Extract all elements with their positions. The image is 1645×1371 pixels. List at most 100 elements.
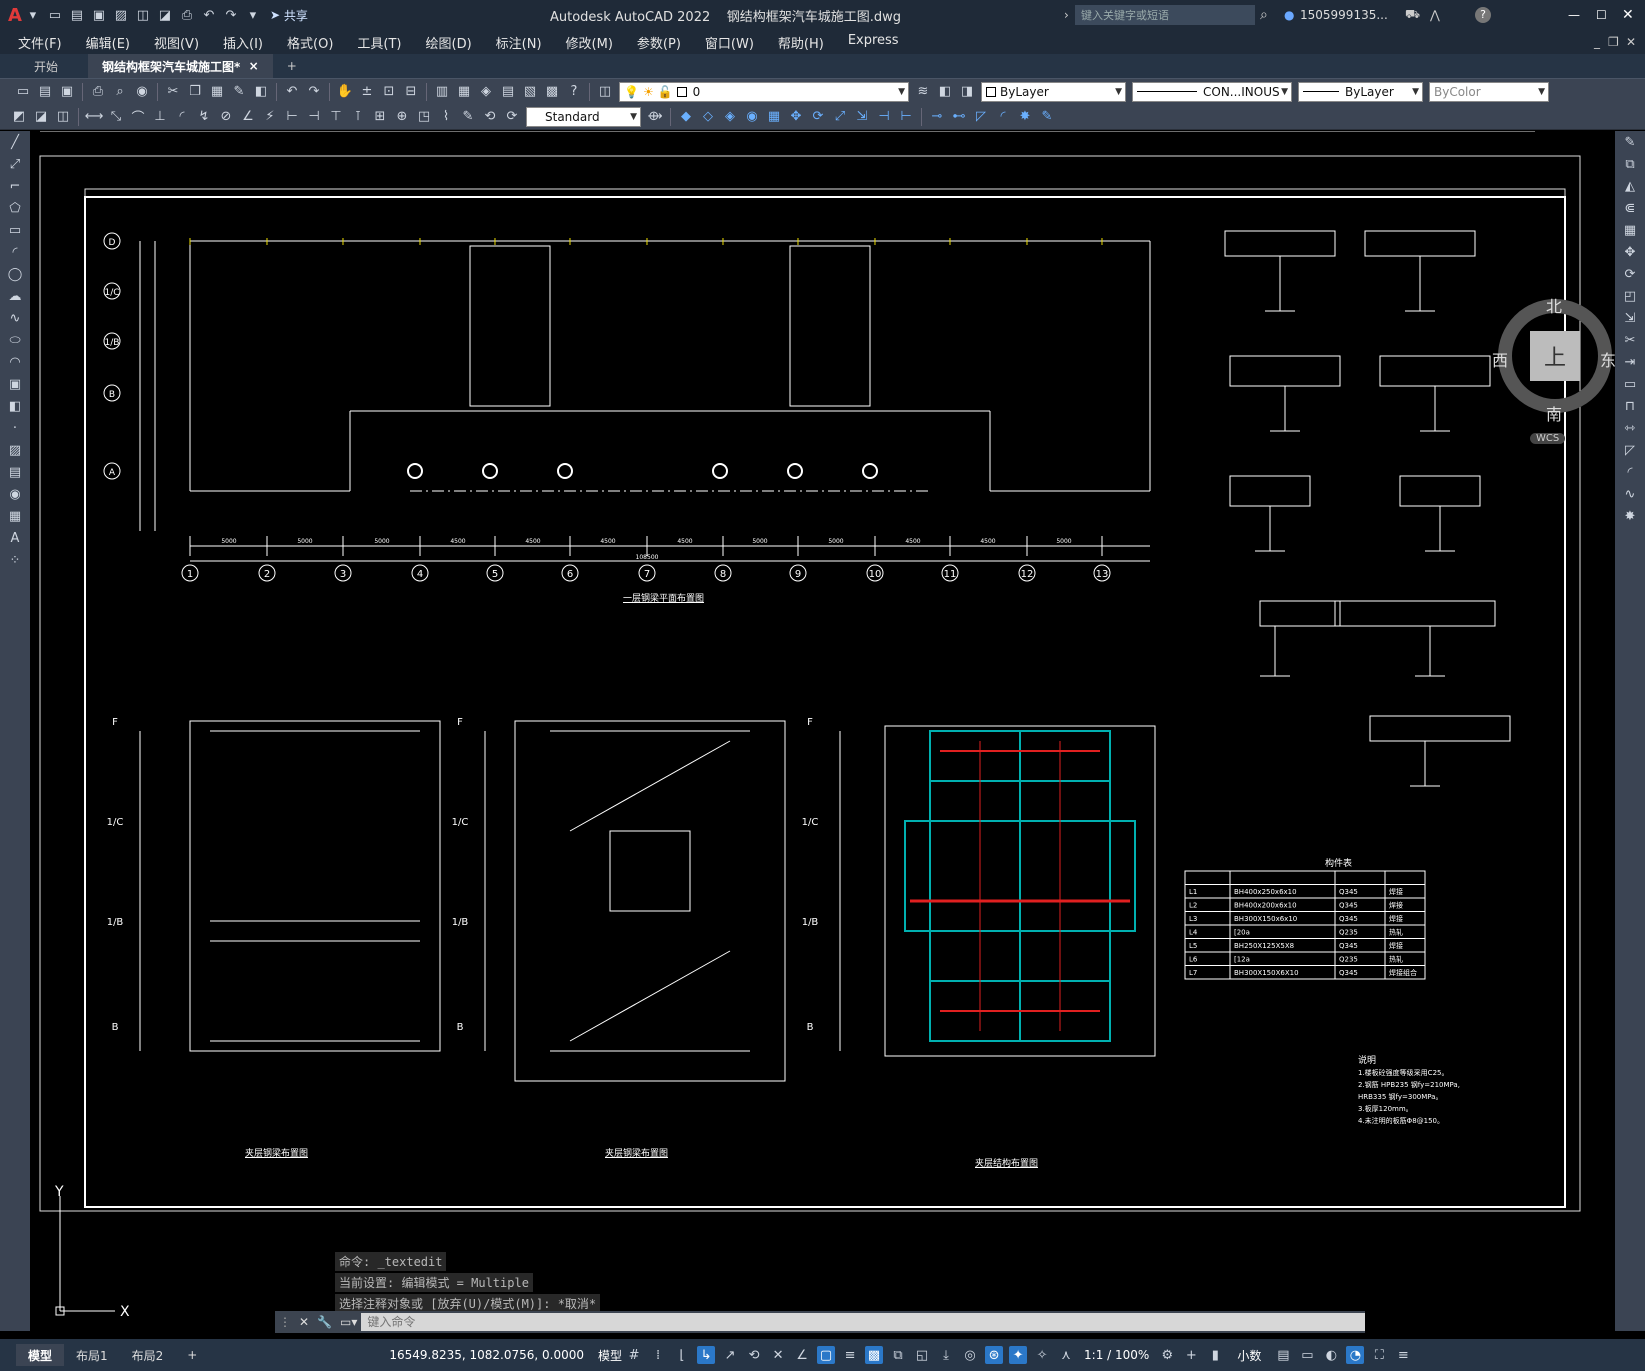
- modify-break-icon[interactable]: ⊸: [928, 108, 946, 126]
- lineweight-dropdown[interactable]: ByLayer ▼: [1298, 81, 1423, 102]
- save-as-icon[interactable]: ▨: [112, 6, 130, 24]
- menu-item[interactable]: 帮助(H): [766, 33, 836, 52]
- annotation-scale-icon[interactable]: ⋏: [1057, 1346, 1075, 1364]
- menu-item[interactable]: 格式(O): [275, 33, 345, 52]
- dim-arc-icon[interactable]: ⌒: [129, 108, 147, 126]
- workspace-gear-icon[interactable]: ⚙: [1158, 1346, 1176, 1364]
- modify-array-icon[interactable]: ▦: [765, 108, 783, 126]
- fillet-icon[interactable]: ◜: [1621, 463, 1639, 481]
- join-icon[interactable]: ⇿: [1621, 419, 1639, 437]
- dim-radius-icon[interactable]: ◜: [173, 108, 191, 126]
- properties-icon[interactable]: ▥: [433, 83, 451, 101]
- osnap-icon[interactable]: ✕: [769, 1346, 787, 1364]
- hatch-icon[interactable]: ▨: [6, 441, 24, 459]
- recent-commands-icon[interactable]: ▭▾: [340, 1315, 357, 1329]
- dimedit-icon[interactable]: ✎: [459, 108, 477, 126]
- text-front-icon[interactable]: ◪: [32, 108, 50, 126]
- dim-space-icon[interactable]: ⊤: [327, 108, 345, 126]
- tab-close-icon[interactable]: ×: [249, 59, 259, 73]
- search-expand-icon[interactable]: ›: [1064, 8, 1069, 22]
- jog-linear-icon[interactable]: ⌇: [437, 108, 455, 126]
- add-layout-button[interactable]: +: [175, 1344, 209, 1366]
- plotstyle-dropdown[interactable]: ByColor ▼: [1429, 81, 1549, 102]
- stretch-icon[interactable]: ⇲: [1621, 309, 1639, 327]
- doc-close-icon[interactable]: ✕: [1626, 35, 1636, 49]
- layer-previous-icon[interactable]: ◧: [936, 83, 954, 101]
- rotate-icon[interactable]: ⟳: [1621, 265, 1639, 283]
- isolate-objects-icon[interactable]: ◐: [1322, 1346, 1340, 1364]
- drawing-canvas[interactable]: 1 I 2 I 3 I 4 I 5 I 6 I 7 I 8 I 9 I 10 I 11 I 12 I 13 I 5000 5000 50…: [30, 131, 1616, 1331]
- user-icon[interactable]: ●: [1284, 8, 1294, 22]
- make-current-icon[interactable]: ≋: [914, 83, 932, 101]
- modify-rotate-icon[interactable]: ⟳: [809, 108, 827, 126]
- menu-item[interactable]: 文件(F): [6, 33, 74, 52]
- erase-icon[interactable]: ✎: [1621, 133, 1639, 151]
- center-mark-icon[interactable]: ⊕: [393, 108, 411, 126]
- dim-continue-icon[interactable]: ⊣: [305, 108, 323, 126]
- color-dropdown[interactable]: ByLayer ▼: [981, 81, 1126, 102]
- add-selected-icon[interactable]: ⁘: [6, 551, 24, 569]
- extend-icon[interactable]: ⇥: [1621, 353, 1639, 371]
- wcs-menu[interactable]: WCS: [1530, 433, 1566, 444]
- doc-restore-icon[interactable]: ❐: [1608, 35, 1619, 49]
- transparency-icon[interactable]: ▩: [865, 1346, 884, 1364]
- compass-east[interactable]: 东: [1600, 347, 1616, 371]
- linetype-dropdown[interactable]: CON...INOUS ▼: [1132, 81, 1292, 102]
- copy-object-icon[interactable]: ⧉: [1621, 155, 1639, 173]
- new-tab-button[interactable]: +: [273, 54, 311, 78]
- app-logo[interactable]: A: [8, 5, 22, 26]
- spline-icon[interactable]: ∿: [6, 309, 24, 327]
- point-icon[interactable]: ·: [6, 419, 24, 437]
- mirror-icon[interactable]: ◭: [1621, 177, 1639, 195]
- quick-properties-icon[interactable]: ▤: [1274, 1346, 1292, 1364]
- compass-south[interactable]: 南: [1546, 401, 1562, 425]
- offset-icon[interactable]: ⋐: [1621, 199, 1639, 217]
- calculator-icon[interactable]: ▩: [543, 83, 561, 101]
- modify-stretch-icon[interactable]: ⇲: [853, 108, 871, 126]
- auto-scale-icon[interactable]: ✧: [1033, 1346, 1051, 1364]
- new-file-icon[interactable]: ▭: [46, 6, 64, 24]
- command-input[interactable]: [361, 1313, 1365, 1331]
- dim-update-icon[interactable]: ⟳: [503, 108, 521, 126]
- isodraft-icon[interactable]: ↗: [721, 1346, 739, 1364]
- selection-filter-icon[interactable]: ◎: [961, 1346, 979, 1364]
- compass-north[interactable]: 北: [1546, 293, 1562, 317]
- layer-state-icon[interactable]: ◨: [958, 83, 976, 101]
- redo-icon[interactable]: ↷: [305, 83, 323, 101]
- help-icon[interactable]: ?: [1475, 7, 1491, 23]
- table-icon[interactable]: ▦: [6, 507, 24, 525]
- rectangle-icon[interactable]: ▭: [6, 221, 24, 239]
- open-icon[interactable]: ▤: [36, 83, 54, 101]
- cart-icon[interactable]: ⛟: [1405, 7, 1420, 23]
- plus-icon[interactable]: +: [1182, 1346, 1200, 1364]
- menu-item[interactable]: 参数(P): [625, 33, 693, 52]
- scale-icon[interactable]: ◰: [1621, 287, 1639, 305]
- matchprop-icon[interactable]: ✎: [230, 83, 248, 101]
- help-icon[interactable]: ?: [565, 83, 583, 101]
- selection-cycling-icon[interactable]: ⧉: [889, 1346, 907, 1364]
- doc-minimize-icon[interactable]: _: [1594, 35, 1600, 49]
- clean-screen-icon[interactable]: ⛶: [1370, 1346, 1388, 1364]
- gradient-icon[interactable]: ▤: [6, 463, 24, 481]
- 3d-osnap-icon[interactable]: ◱: [913, 1346, 931, 1364]
- insert-block-icon[interactable]: ▣: [6, 375, 24, 393]
- search-input[interactable]: 键入关键字或短语: [1075, 5, 1255, 25]
- units-icon[interactable]: ▮: [1206, 1346, 1224, 1364]
- preview-icon[interactable]: ⌕: [111, 83, 129, 101]
- model-space-button[interactable]: 模型: [598, 1347, 622, 1364]
- print-icon[interactable]: ⎙: [178, 6, 196, 24]
- hardware-accel-icon[interactable]: ◔: [1346, 1346, 1365, 1364]
- dimtedit-icon[interactable]: ⟲: [481, 108, 499, 126]
- chamfer-icon[interactable]: ◸: [1621, 441, 1639, 459]
- arc-icon[interactable]: ◜: [6, 243, 24, 261]
- qnew-icon[interactable]: ▭: [14, 83, 32, 101]
- polygon-icon[interactable]: ⬠: [6, 199, 24, 217]
- blend-icon[interactable]: ∿: [1621, 485, 1639, 503]
- dim-ordinate-icon[interactable]: ⊥: [151, 108, 169, 126]
- trim-icon[interactable]: ✂: [1621, 331, 1639, 349]
- minimize-icon[interactable]: —: [1568, 8, 1580, 22]
- dimstyle-icon[interactable]: ⟴: [646, 108, 664, 126]
- modify-scale-icon[interactable]: ⤢: [831, 108, 849, 126]
- save-icon[interactable]: ▣: [58, 83, 76, 101]
- design-center-icon[interactable]: ▦: [455, 83, 473, 101]
